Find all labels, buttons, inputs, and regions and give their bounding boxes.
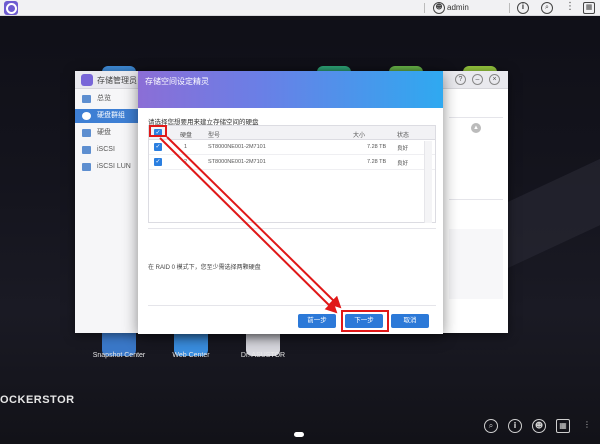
divider bbox=[449, 199, 503, 200]
cell-disk: 2 bbox=[184, 159, 188, 165]
dock-indicator[interactable] bbox=[294, 432, 304, 437]
overview-icon bbox=[82, 95, 91, 103]
close-icon[interactable]: × bbox=[489, 74, 500, 85]
adm-logo-icon[interactable] bbox=[4, 1, 18, 15]
content-panel bbox=[449, 229, 503, 299]
window-title: 存储管理员 bbox=[97, 76, 137, 85]
raid-note: 在 RAID 0 模式下，您至少需选择两颗硬盘 bbox=[148, 265, 261, 271]
more-icon[interactable]: ⋮ bbox=[580, 419, 594, 433]
sidebar-item-label: 总览 bbox=[97, 95, 111, 102]
widgets-icon[interactable]: ▦ bbox=[583, 2, 595, 14]
divider bbox=[148, 228, 436, 229]
column-size: 大小 bbox=[353, 133, 366, 139]
wizard-title: 存储空间设定精灵 bbox=[145, 77, 209, 86]
info-icon[interactable]: i bbox=[508, 419, 522, 433]
cell-size: 7.28 TB bbox=[367, 159, 387, 165]
search-icon[interactable]: ⌕ bbox=[541, 2, 553, 14]
cell-disk: 1 bbox=[184, 144, 188, 150]
column-status: 状态 bbox=[397, 133, 410, 139]
sidebar-item-label: 硬盘 bbox=[97, 129, 111, 136]
collapse-icon[interactable]: ▲ bbox=[471, 123, 481, 133]
row-checkbox[interactable]: ✓ bbox=[154, 158, 162, 166]
lun-icon bbox=[82, 163, 91, 171]
cell-size: 7.28 TB bbox=[367, 144, 387, 150]
divider bbox=[449, 117, 503, 118]
app-label: Web Center bbox=[172, 352, 210, 359]
table-row[interactable]: ✓ 2 ST8000NE001-2M7101 7.28 TB 良好 bbox=[149, 155, 435, 170]
cancel-button[interactable]: 取消 bbox=[391, 314, 429, 328]
wizard-body: 请选择您想要用来建立存储空间的硬盘 ✓ 硬盘 型号 大小 状态 ✓ 1 ST80… bbox=[138, 108, 443, 334]
cell-status: 良好 bbox=[397, 161, 409, 167]
brand-text: OCKERSTOR bbox=[0, 394, 75, 406]
prev-button[interactable]: 前一步 bbox=[298, 314, 336, 328]
sidebar-item-iscsi[interactable]: iSCSI bbox=[75, 143, 140, 157]
next-button-highlight bbox=[341, 310, 389, 332]
user-circle-icon[interactable]: ☻ bbox=[433, 2, 445, 14]
cell-status: 良好 bbox=[397, 146, 409, 152]
sidebar-item-overview[interactable]: 总览 bbox=[75, 92, 140, 106]
column-model: 型号 bbox=[208, 133, 221, 139]
table-scrollbar[interactable] bbox=[424, 141, 432, 223]
search-icon[interactable]: ⌕ bbox=[484, 419, 498, 433]
sidebar: 总览 硬盘群组 硬盘 iSCSI iSCSI LUN bbox=[75, 89, 140, 333]
apps-icon[interactable]: ▦ bbox=[556, 419, 570, 433]
sidebar-item-iscsi-lun[interactable]: iSCSI LUN bbox=[75, 160, 140, 174]
disk-icon bbox=[82, 129, 91, 137]
wizard-header: 存储空间设定精灵 bbox=[138, 71, 443, 108]
minimize-icon[interactable]: – bbox=[472, 74, 483, 85]
app-label: Snapshot Center bbox=[92, 352, 146, 359]
cell-model: ST8000NE001-2M7101 bbox=[208, 144, 266, 150]
divider bbox=[424, 3, 425, 13]
sidebar-item-label: 硬盘群组 bbox=[97, 112, 125, 119]
app-label: Dr. ASUSTOR bbox=[240, 352, 286, 359]
disk-table: ✓ 硬盘 型号 大小 状态 ✓ 1 ST8000NE001-2M7101 7.2… bbox=[148, 125, 436, 223]
column-disk: 硬盘 bbox=[180, 133, 193, 139]
username[interactable]: admin bbox=[447, 3, 469, 12]
table-header: ✓ 硬盘 型号 大小 状态 bbox=[149, 126, 435, 140]
more-icon[interactable]: ⋮ bbox=[564, 2, 576, 14]
info-icon[interactable]: i bbox=[517, 2, 529, 14]
storage-wizard-dialog: 存储空间设定精灵 请选择您想要用来建立存储空间的硬盘 ✓ 硬盘 型号 大小 状态… bbox=[138, 71, 443, 334]
help-icon[interactable]: ? bbox=[455, 74, 466, 85]
sidebar-item-label: iSCSI bbox=[97, 146, 115, 153]
table-row[interactable]: ✓ 1 ST8000NE001-2M7101 7.28 TB 良好 bbox=[149, 140, 435, 155]
volume-icon bbox=[82, 112, 91, 120]
sidebar-item-label: iSCSI LUN bbox=[97, 163, 131, 170]
iscsi-icon bbox=[82, 146, 91, 154]
top-bar: ☻ admin i ⌕ ⋮ ▦ bbox=[0, 0, 600, 16]
sidebar-item-disk[interactable]: 硬盘 bbox=[75, 126, 140, 140]
row-checkbox[interactable]: ✓ bbox=[154, 143, 162, 151]
sidebar-item-volume[interactable]: 硬盘群组 bbox=[75, 109, 140, 123]
storage-manager-icon bbox=[81, 74, 93, 86]
user-icon[interactable]: ☻ bbox=[532, 419, 546, 433]
divider bbox=[509, 3, 510, 13]
select-all-highlight bbox=[149, 125, 167, 137]
cell-model: ST8000NE001-2M7101 bbox=[208, 159, 266, 165]
footer-divider bbox=[148, 305, 436, 306]
